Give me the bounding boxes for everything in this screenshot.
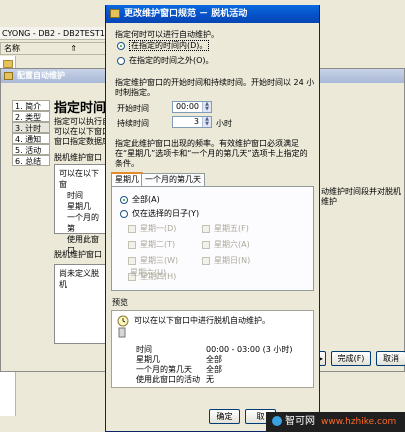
radio-outside-time-label[interactable]: 在指定的时间之外(O)。 bbox=[129, 55, 214, 66]
checkbox-friday-label: 星期五(F) bbox=[214, 224, 249, 233]
preview-description: 可以在以下窗口中进行脱机自动维护。 bbox=[134, 316, 270, 325]
tab-weekday[interactable]: 星期几 bbox=[111, 172, 143, 186]
finish-button[interactable]: 完成(F) bbox=[331, 351, 371, 366]
checkbox-monday-label: 星期一(D) bbox=[140, 224, 177, 233]
preview-activity-label: 使用此窗口的活动 bbox=[136, 375, 200, 384]
wizard-step[interactable]: 4. 通知 bbox=[12, 133, 50, 144]
dialog-title: 更改维护窗口规范 － 脱机活动 bbox=[124, 9, 248, 19]
spinner-arrows-icon[interactable]: ▲ ▼ bbox=[202, 102, 211, 112]
spinner-arrows-icon[interactable]: ▲ ▼ bbox=[202, 117, 211, 127]
site-watermark: 智可网 www.hzhike.com bbox=[266, 412, 405, 432]
offline-window-summary: 可以在以下窗 时间 星期几 一个月的第 使用此窗口 bbox=[54, 164, 109, 255]
summary-line: 可以在以下窗 bbox=[59, 169, 99, 189]
wizard-step-list: 1. 简介 2. 类型 3. 计时 4. 通知 5. 活动 6. 总结 bbox=[12, 100, 50, 166]
summary-line: 时间 bbox=[67, 191, 83, 200]
preview-panel: 可以在以下窗口中进行脱机自动维护。 时间 00:00 - 03:00 (3 小时… bbox=[111, 310, 314, 388]
offline-window-group-label: 脱机维护窗口 bbox=[54, 153, 102, 162]
wizard-step[interactable]: 2. 类型 bbox=[12, 111, 50, 122]
watermark-logo-icon bbox=[272, 416, 282, 426]
change-maintenance-window-dialog: 更改维护窗口规范 － 脱机活动 指定何时可以进行自动维护。 在指定的时间内(D)… bbox=[105, 5, 320, 432]
wizard-step[interactable]: 6. 总结 bbox=[12, 155, 50, 166]
clock-icon bbox=[117, 315, 129, 338]
checkbox-wednesday-label: 星期三(W) bbox=[140, 256, 179, 265]
radio-outside-time[interactable] bbox=[117, 57, 125, 65]
duration-spinner[interactable]: 3 ▲ ▼ bbox=[172, 116, 212, 128]
object-path-bar: CYONG - DB2 - DB2TEST1 bbox=[0, 27, 112, 40]
duration-unit: 小时 bbox=[216, 119, 232, 128]
radio-selected-days-label[interactable]: 仅在选择的日子(Y) bbox=[132, 208, 199, 219]
radio-within-time[interactable] bbox=[117, 42, 125, 50]
duration-label: 持续时间 bbox=[117, 119, 149, 128]
wizard-step-active[interactable]: 3. 计时 bbox=[12, 122, 50, 133]
watermark-url: www.hzhike.com bbox=[321, 417, 397, 427]
checkbox-tuesday-label: 星期二(T) bbox=[140, 240, 176, 249]
frequency-description: 指定此维护窗口出现的频率。有效维护窗口必须满足在“星期几”选项卡和“一个月的第几… bbox=[115, 139, 308, 168]
dialog-title-bar: 更改维护窗口规范 － 脱机活动 bbox=[106, 5, 319, 23]
checkbox-wednesday[interactable] bbox=[128, 257, 136, 265]
wizard-description-right: 动维护时间段并对脱机维护 bbox=[321, 187, 401, 206]
preview-label: 预览 bbox=[112, 298, 128, 307]
checkbox-tuesday[interactable] bbox=[128, 241, 136, 249]
name-column-label: 名称 bbox=[4, 44, 20, 53]
summary-line: 尚未定义脱机 bbox=[59, 269, 99, 289]
start-time-value: 00:00 bbox=[175, 102, 199, 111]
checkbox-sunday[interactable] bbox=[202, 257, 210, 265]
watermark-text: 智可网 bbox=[285, 416, 315, 427]
start-time-spinner[interactable]: 00:00 ▲ ▼ bbox=[172, 101, 212, 113]
checkbox-saturday-extra-label: 星期六(U) bbox=[130, 268, 167, 277]
wizard-heading: 指定时间 bbox=[54, 101, 107, 116]
checkbox-saturday[interactable] bbox=[202, 241, 210, 249]
preview-activity-value: 无 bbox=[206, 375, 214, 384]
wizard-step[interactable]: 5. 活动 bbox=[12, 144, 50, 155]
time-description: 指定维护窗口的开始时间和持续时间。开始时间以 24 小时制指定。 bbox=[115, 78, 315, 97]
tab-day-of-month[interactable]: 一个月的第几天 bbox=[141, 173, 205, 186]
checkbox-monday[interactable] bbox=[128, 225, 136, 233]
summary-line: 一个月的第 bbox=[67, 213, 99, 233]
wizard-app-icon bbox=[4, 72, 13, 80]
wizard-title: 配置自动维护 bbox=[17, 71, 65, 80]
ok-button[interactable]: 确定 bbox=[209, 409, 240, 424]
folder-icon bbox=[3, 60, 13, 68]
offline-window-summary-2: 尚未定义脱机 bbox=[54, 264, 109, 344]
radio-within-time-label[interactable]: 在指定的时间内(D)。 bbox=[129, 40, 210, 51]
wizard-step[interactable]: 1. 简介 bbox=[12, 100, 50, 111]
sort-icon: ⇑ bbox=[70, 44, 77, 53]
when-label: 指定何时可以进行自动维护。 bbox=[115, 30, 219, 39]
start-time-label: 开始时间 bbox=[117, 104, 149, 113]
wizard-cancel-button[interactable]: 取消 bbox=[376, 351, 405, 366]
radio-all-days-label[interactable]: 全部(A) bbox=[132, 194, 160, 205]
summary-line: 星期几 bbox=[67, 202, 91, 211]
checkbox-saturday-label: 星期六(A) bbox=[214, 240, 250, 249]
radio-all-days[interactable] bbox=[120, 196, 128, 204]
dialog-app-icon bbox=[110, 9, 120, 18]
name-column-header[interactable]: 名称 ⇑ bbox=[0, 42, 112, 55]
checkbox-sunday-label: 星期日(N) bbox=[214, 256, 251, 265]
radio-selected-days[interactable] bbox=[120, 210, 128, 218]
checkbox-friday[interactable] bbox=[202, 225, 210, 233]
offline-window-group-label-2: 脱机维护窗口 bbox=[54, 250, 102, 259]
duration-value: 3 bbox=[193, 117, 199, 126]
